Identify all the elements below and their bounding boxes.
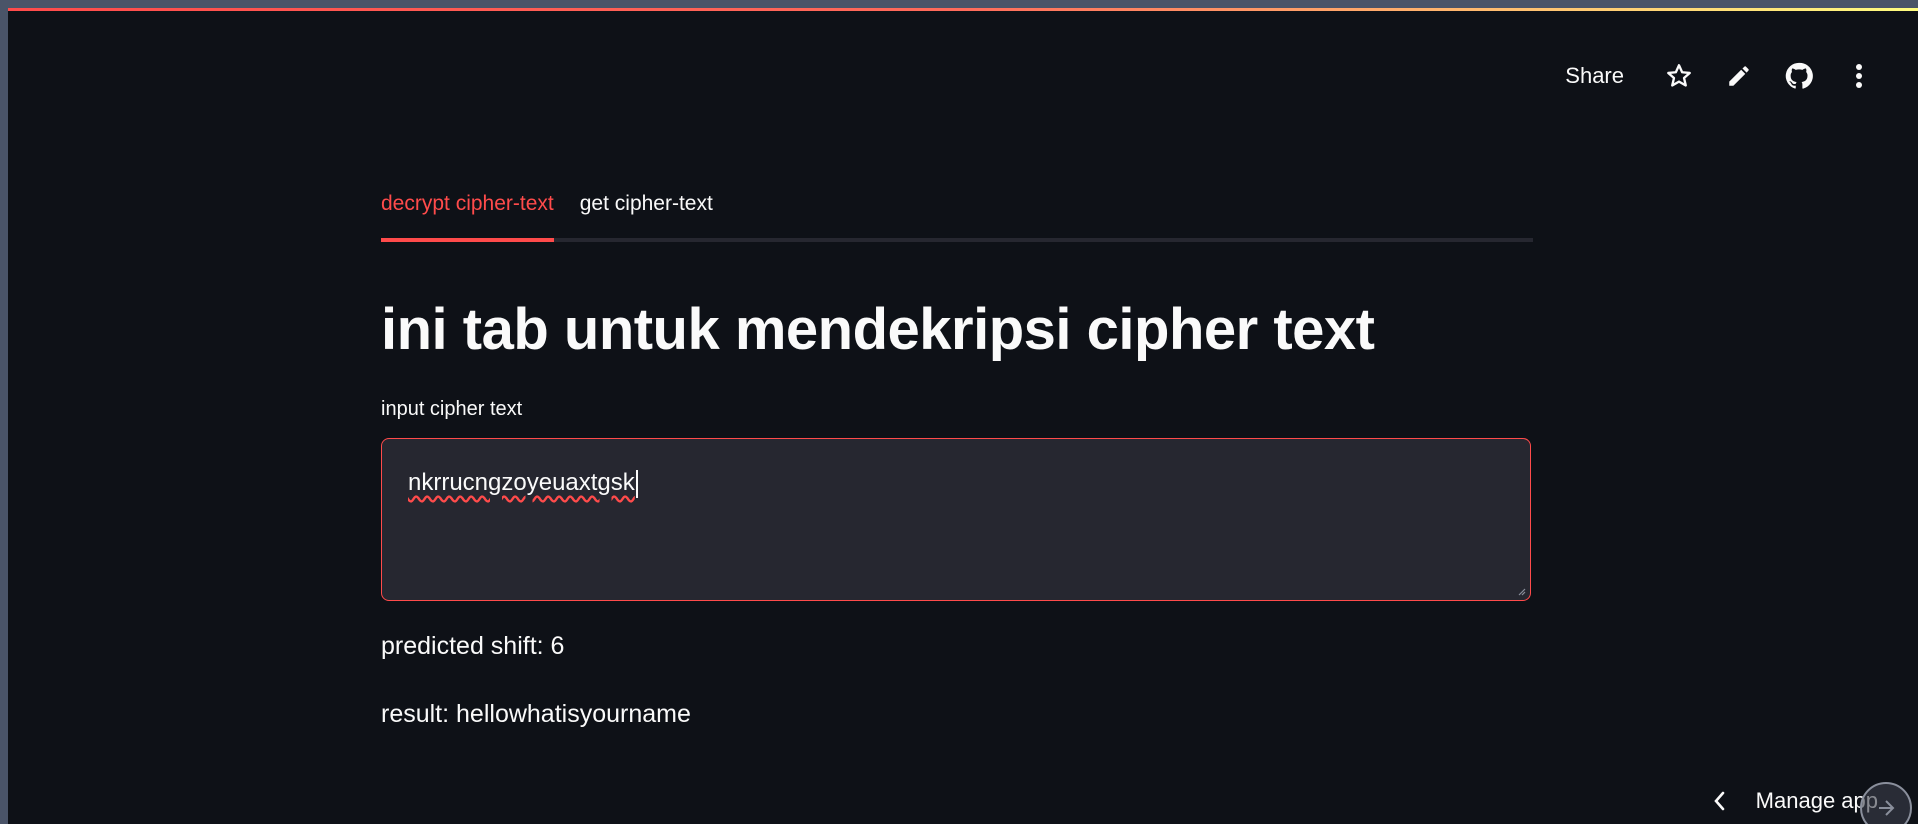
tab-get-cipher-text[interactable]: get cipher-text xyxy=(580,180,713,242)
pencil-icon[interactable] xyxy=(1724,61,1754,91)
result-text: result: hellowhatisyourname xyxy=(381,700,691,728)
header-toolbar: Share xyxy=(1555,56,1874,96)
share-button[interactable]: Share xyxy=(1555,59,1634,93)
top-accent-bar xyxy=(8,8,1918,11)
input-label: input cipher text xyxy=(381,398,523,420)
kebab-menu-icon[interactable] xyxy=(1844,61,1874,91)
tab-track xyxy=(381,238,1533,242)
tab-decrypt-cipher-text[interactable]: decrypt cipher-text xyxy=(381,180,554,242)
text-caret xyxy=(635,469,638,498)
main-content: decrypt cipher-text get cipher-text ini … xyxy=(381,180,1533,728)
chevron-left-icon xyxy=(1713,791,1724,811)
star-icon[interactable] xyxy=(1664,61,1694,91)
manage-app-button[interactable]: Manage app xyxy=(1712,788,1878,814)
predicted-shift-text: predicted shift: 6 xyxy=(381,632,565,660)
cipher-text-value: nkrrucngzoyeuaxtgsk xyxy=(408,469,635,496)
cipher-text-input[interactable]: nkrrucngzoyeuaxtgsk xyxy=(381,438,1531,601)
github-icon[interactable] xyxy=(1784,61,1814,91)
app-window: Share decrypt cipher-text get cipher-tex… xyxy=(8,8,1918,824)
streamlit-status-icon[interactable] xyxy=(1860,782,1912,824)
resize-handle-icon[interactable] xyxy=(1516,586,1526,596)
tab-bar: decrypt cipher-text get cipher-text xyxy=(381,180,1533,242)
page-title: ini tab untuk mendekripsi cipher text xyxy=(381,297,1375,362)
